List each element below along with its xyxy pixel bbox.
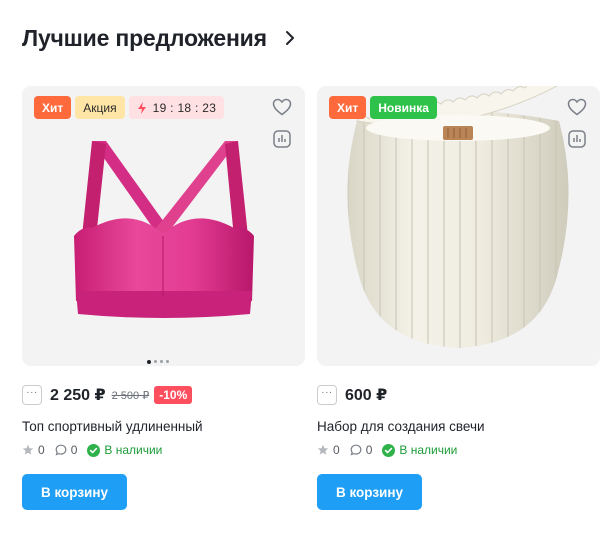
add-to-cart-button[interactable]: В корзину — [317, 474, 422, 510]
product-title[interactable]: Топ спортивный удлиненный — [22, 419, 203, 434]
comment-icon — [350, 444, 362, 456]
more-options-button[interactable]: ··· — [22, 385, 42, 405]
reviews-count: 0 — [365, 443, 373, 457]
price: 600 ₽ — [345, 387, 388, 404]
product-image-sports-bra[interactable] — [22, 86, 305, 366]
product-image-area[interactable]: Хит Акция 19 : 18 : 23 — [22, 86, 305, 366]
price-row: ··· 2 250 ₽ 2 500 ₽ -10% — [22, 384, 193, 406]
media-actions — [271, 96, 293, 150]
price: 2 250 ₽ — [50, 387, 106, 404]
section-title[interactable]: Лучшие предложения — [22, 25, 267, 52]
badge-hit: Хит — [329, 96, 367, 119]
more-options-button[interactable]: ··· — [317, 385, 337, 405]
rating: 0 — [22, 443, 45, 457]
price-row: ··· 600 ₽ — [317, 384, 387, 406]
badge-timer: 19 : 18 : 23 — [128, 96, 225, 119]
star-icon — [317, 444, 329, 455]
media-actions — [566, 96, 588, 150]
badges: Хит Новинка — [329, 96, 437, 119]
badges: Хит Акция 19 : 18 : 23 — [34, 96, 225, 119]
slider-dot[interactable] — [160, 360, 163, 363]
more-icon: ··· — [26, 387, 38, 398]
comment-icon — [55, 444, 67, 456]
slider-dots — [147, 359, 169, 364]
badge-hit: Хит — [34, 96, 72, 119]
more-icon: ··· — [321, 387, 333, 398]
compare-icon[interactable] — [271, 128, 293, 150]
product-card: Хит Новинка ··· 600 ₽ Набор для создания… — [317, 86, 600, 516]
star-icon — [22, 444, 34, 455]
reviews[interactable]: 0 — [350, 443, 373, 457]
rating-count: 0 — [333, 443, 340, 457]
old-price: 2 500 ₽ — [111, 389, 150, 402]
rating: 0 — [317, 443, 340, 457]
heart-icon[interactable] — [271, 96, 293, 118]
check-circle-icon — [382, 443, 396, 457]
product-card: Хит Акция 19 : 18 : 23 ··· 2 250 ₽ 2 500… — [22, 86, 305, 516]
compare-icon[interactable] — [566, 128, 588, 150]
badge-new: Новинка — [370, 96, 437, 119]
product-image-area[interactable]: Хит Новинка — [317, 86, 600, 366]
product-image-candle[interactable] — [317, 86, 600, 366]
slider-dot[interactable] — [166, 360, 169, 363]
stock-label: В наличии — [399, 443, 458, 457]
reviews[interactable]: 0 — [55, 443, 78, 457]
lightning-icon — [137, 101, 146, 114]
product-title[interactable]: Набор для создания свечи — [317, 419, 485, 434]
section-header: Лучшие предложения — [22, 24, 299, 52]
meta-row: 0 0 В наличии — [22, 443, 172, 457]
slider-dot-active[interactable] — [147, 359, 151, 364]
timer-value: 19 : 18 : 23 — [152, 100, 217, 115]
stock-status: В наличии — [382, 443, 457, 457]
add-to-cart-button[interactable]: В корзину — [22, 474, 127, 510]
reviews-count: 0 — [70, 443, 78, 457]
stock-label: В наличии — [104, 443, 163, 457]
chevron-right-icon[interactable] — [281, 29, 299, 47]
slider-dot[interactable] — [154, 360, 157, 363]
discount-badge: -10% — [154, 386, 193, 404]
rating-count: 0 — [38, 443, 45, 457]
heart-icon[interactable] — [566, 96, 588, 118]
stock-status: В наличии — [87, 443, 162, 457]
check-circle-icon — [87, 443, 101, 457]
badge-promo: Акция — [75, 96, 125, 119]
meta-row: 0 0 В наличии — [317, 443, 467, 457]
